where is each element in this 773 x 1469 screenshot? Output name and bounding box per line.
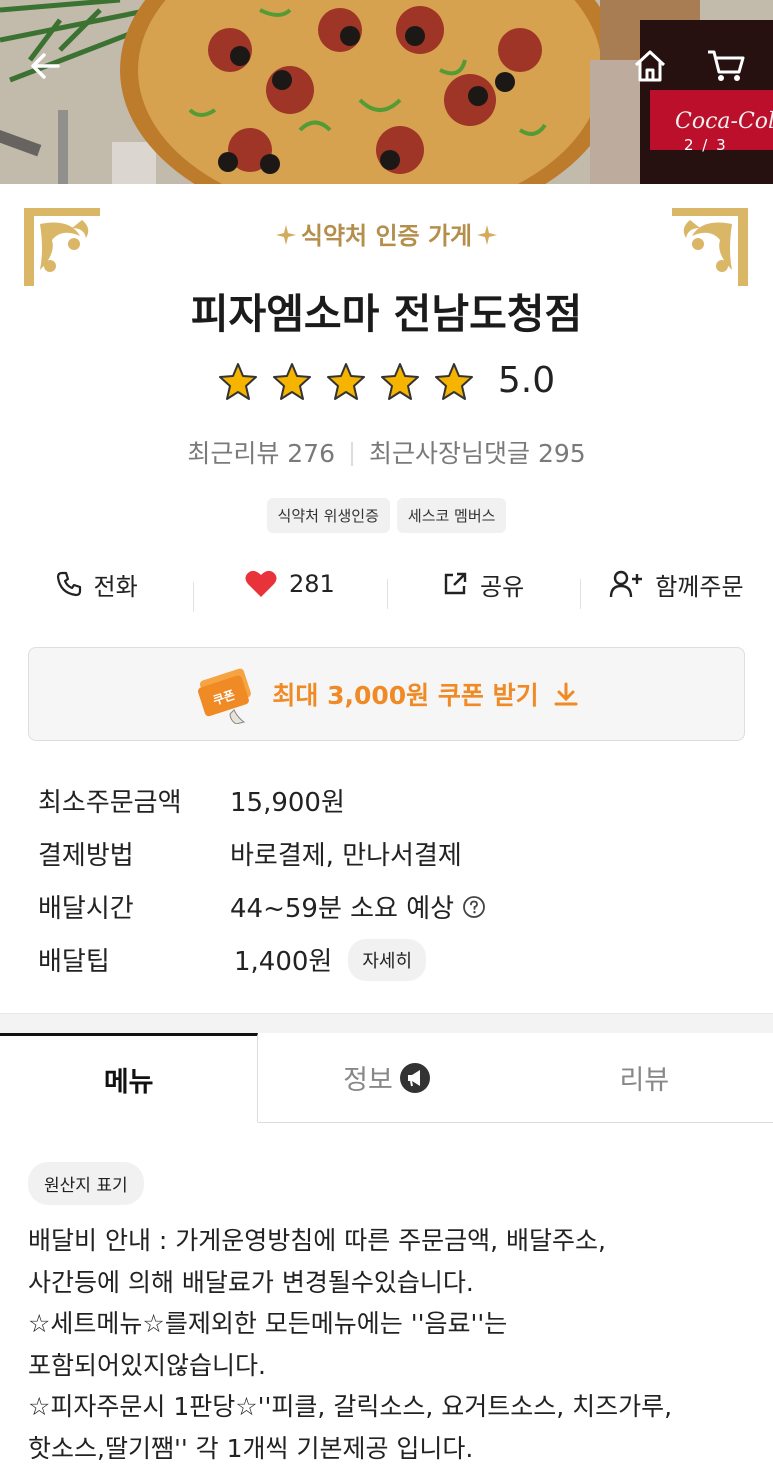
coupon-download-button[interactable]: 쿠폰 최대 3,000원 쿠폰 받기 xyxy=(28,647,745,741)
min-order-key: 최소주문금액 xyxy=(38,788,182,818)
home-icon xyxy=(634,50,666,82)
hygiene-badge: 식약처 위생인증 xyxy=(266,498,390,533)
cart-icon xyxy=(708,50,745,81)
like-button[interactable]: 281 xyxy=(193,570,386,612)
share-label: 공유 xyxy=(480,572,525,601)
star-icon xyxy=(218,362,257,400)
image-counter: 2 / 3 xyxy=(684,136,728,154)
store-info: 최소주문금액 15,900원 결제방법 바로결제, 만나서결제 배달시간 44~… xyxy=(38,774,738,986)
recent-reviews-link[interactable]: 최근리뷰 276 xyxy=(187,439,335,468)
delivery-notice-text: 배달비 안내 : 가게운영방침에 따른 주문금액, 배달주소, 사간등에 의해 … xyxy=(28,1226,673,1463)
sparkle-icon xyxy=(477,225,498,245)
cesco-badge: 세스코 멤버스 xyxy=(396,498,507,533)
min-order-row: 최소주문금액 15,900원 xyxy=(38,774,738,827)
star-icon xyxy=(434,362,473,400)
arrow-left-icon xyxy=(31,53,60,79)
tab-info[interactable]: 정보 xyxy=(258,1033,515,1122)
delivery-tip-row: 배달팁 1,400원 자세히 xyxy=(38,933,738,986)
home-button[interactable] xyxy=(622,38,678,94)
cart-button[interactable] xyxy=(698,38,754,94)
tab-review-label: 리뷰 xyxy=(619,1065,670,1096)
payment-key: 결제방법 xyxy=(38,841,134,871)
star-icon xyxy=(272,362,311,400)
share-icon xyxy=(444,572,467,595)
store-tabs: 메뉴 정보 리뷰 xyxy=(0,1033,773,1123)
tab-info-label: 정보 xyxy=(343,1065,393,1096)
delivery-time-value: 44~59분 소요 예상 xyxy=(230,888,486,925)
store-badges: 식약처 위생인증 세스코 멤버스 xyxy=(0,498,773,533)
payment-row: 결제방법 바로결제, 만나서결제 xyxy=(38,827,738,880)
store-name: 피자엠소마 전남도청점 xyxy=(190,290,583,338)
delivery-time-text: 44~59분 소요 예상 xyxy=(230,894,455,924)
delivery-tip-key: 배달팁 xyxy=(38,947,110,977)
megaphone-icon xyxy=(399,1062,430,1093)
star-icon xyxy=(380,362,419,400)
star-icon xyxy=(326,362,365,400)
store-hero-image[interactable]: Coca-Cola 2 / 3 xyxy=(0,0,773,184)
share-button[interactable]: 공유 xyxy=(386,567,580,609)
tab-menu-label: 메뉴 xyxy=(103,1066,154,1098)
delivery-tip-value: 1,400원 자세히 xyxy=(230,938,427,981)
store-actions: 전화 281 공유 함께주문 xyxy=(0,556,773,612)
call-button[interactable]: 전화 xyxy=(0,567,193,602)
phone-icon xyxy=(56,571,81,597)
group-order-button[interactable]: 함께주문 xyxy=(579,567,773,609)
store-rating: 5.0 xyxy=(0,360,773,401)
payment-value: 바로결제, 만나서결제 xyxy=(230,841,462,871)
call-label: 전화 xyxy=(93,572,138,601)
like-count: 281 xyxy=(288,570,335,598)
delivery-tip-detail-button[interactable]: 자세히 xyxy=(348,938,427,981)
heart-icon xyxy=(245,570,277,597)
delivery-time-row: 배달시간 44~59분 소요 예상 xyxy=(38,880,738,933)
group-order-label: 함께주문 xyxy=(655,572,744,601)
min-order-value: 15,900원 xyxy=(230,788,345,818)
sparkle-icon xyxy=(275,225,296,245)
add-user-icon xyxy=(610,570,643,598)
certification-label: 식약처 인증 가게 xyxy=(0,216,773,251)
origin-label-button[interactable]: 원산지 표기 xyxy=(28,1162,144,1205)
owner-replies-link[interactable]: 최근사장님댓글 295 xyxy=(369,439,586,468)
section-divider xyxy=(0,1013,773,1033)
coupon-label: 최대 3,000원 쿠폰 받기 xyxy=(272,681,539,710)
tab-review[interactable]: 리뷰 xyxy=(516,1033,773,1122)
tab-menu[interactable]: 메뉴 xyxy=(0,1033,259,1123)
rating-score: 5.0 xyxy=(497,360,556,401)
question-icon[interactable] xyxy=(462,895,486,919)
divider xyxy=(351,442,353,466)
back-button[interactable] xyxy=(18,38,74,94)
download-icon xyxy=(554,682,578,706)
review-counts: 최근리뷰 276 최근사장님댓글 295 xyxy=(0,434,773,470)
delivery-tip-amount: 1,400원 xyxy=(234,947,333,977)
delivery-time-key: 배달시간 xyxy=(38,894,134,924)
certification-text: 식약처 인증 가게 xyxy=(300,222,473,250)
coupon-ticket-icon: 쿠폰 xyxy=(198,668,252,724)
